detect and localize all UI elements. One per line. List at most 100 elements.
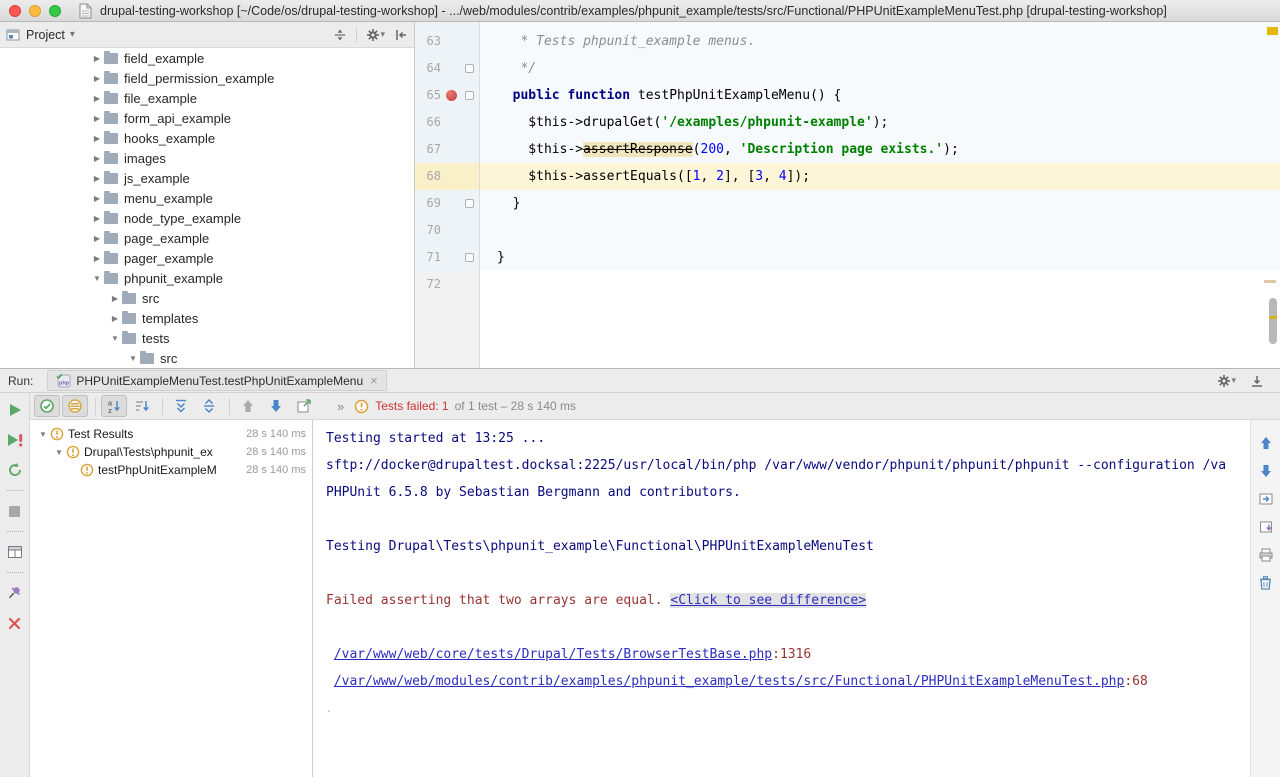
fold-icon[interactable] (465, 253, 474, 262)
code-line[interactable]: 67 $this->assertResponse(200, 'Descripti… (415, 136, 1280, 163)
expand-all-button[interactable] (168, 395, 194, 417)
zoom-window-button[interactable] (49, 5, 61, 17)
next-occurrence-button[interactable] (263, 395, 289, 417)
code-text[interactable]: public function testPhpUnitExampleMenu()… (480, 82, 1280, 109)
tree-collapsed-icon[interactable]: ▶ (90, 214, 104, 223)
toggle-auto-test-button[interactable] (4, 458, 26, 482)
collapse-all-button[interactable] (196, 395, 222, 417)
fold-icon[interactable] (465, 91, 474, 100)
tree-item[interactable]: ▶menu_example (0, 188, 414, 208)
code-text[interactable]: $this->assertResponse(200, 'Description … (480, 136, 1280, 163)
code-line[interactable]: 64 */ (415, 55, 1280, 82)
tree-item[interactable]: ▼src (0, 348, 414, 368)
code-text[interactable]: $this->assertEquals([1, 2], [3, 4]); (480, 163, 1280, 190)
tree-item[interactable]: ▼phpunit_example (0, 268, 414, 288)
settings-gear-button[interactable]: ▾ (366, 28, 385, 42)
tree-item[interactable]: ▶pager_example (0, 248, 414, 268)
code-text[interactable]: */ (480, 55, 1280, 82)
tree-item[interactable]: ▶images (0, 148, 414, 168)
code-line[interactable]: 69 } (415, 190, 1280, 217)
tree-collapsed-icon[interactable]: ▶ (108, 314, 122, 323)
minimize-window-button[interactable] (29, 5, 41, 17)
stop-button[interactable] (4, 499, 26, 523)
code-line[interactable]: 68 $this->assertEquals([1, 2], [3, 4]); (415, 163, 1280, 190)
tree-collapsed-icon[interactable]: ▶ (90, 234, 104, 243)
rerun-failed-tests-button[interactable] (4, 428, 26, 452)
code-line[interactable]: 66 $this->drupalGet('/examples/phpunit-e… (415, 109, 1280, 136)
hide-panel-button[interactable] (394, 28, 408, 42)
tree-collapsed-icon[interactable]: ▶ (90, 134, 104, 143)
tree-item[interactable]: ▶hooks_example (0, 128, 414, 148)
rerun-tests-button[interactable] (4, 398, 26, 422)
chevron-down-icon[interactable]: ▾ (70, 29, 75, 40)
run-tab[interactable]: php PHPUnitExampleMenuTest.testPhpUnitEx… (47, 370, 386, 391)
up-stack-trace-button[interactable] (1255, 430, 1277, 456)
close-panel-button[interactable] (4, 611, 26, 635)
sort-alphabetically-toggle[interactable]: az (101, 395, 127, 417)
tree-item[interactable]: ▼tests (0, 328, 414, 348)
tree-item[interactable]: ▶field_example (0, 48, 414, 68)
scroll-from-source-button[interactable] (333, 28, 347, 42)
clear-all-button[interactable] (1255, 570, 1277, 596)
previous-occurrence-button[interactable] (235, 395, 261, 417)
fold-icon[interactable] (465, 64, 474, 73)
tree-item[interactable]: ▶templates (0, 308, 414, 328)
tree-item[interactable]: ▶page_example (0, 228, 414, 248)
show-ignored-toggle[interactable] (62, 395, 88, 417)
code-line[interactable]: 72 (415, 271, 1280, 298)
test-suite-row[interactable]: ▼ Drupal\Tests\phpunit_ex 28 s 140 ms (30, 443, 312, 461)
code-line[interactable]: 70 (415, 217, 1280, 244)
more-chevrons-icon[interactable]: » (337, 399, 344, 414)
tree-item[interactable]: ▶node_type_example (0, 208, 414, 228)
test-results-row[interactable]: ▼ Test Results 28 s 140 ms (30, 425, 312, 443)
console-output[interactable]: Testing started at 13:25 ...sftp://docke… (313, 420, 1250, 777)
code-text[interactable]: $this->drupalGet('/examples/phpunit-exam… (480, 109, 1280, 136)
code-line[interactable]: 71} (415, 244, 1280, 271)
tree-item[interactable]: ▶file_example (0, 88, 414, 108)
fold-icon[interactable] (465, 199, 474, 208)
tree-expanded-icon[interactable]: ▼ (108, 334, 122, 343)
code-editor[interactable]: 63 * Tests phpunit_example menus.64 */65… (415, 22, 1280, 368)
show-passed-toggle[interactable] (34, 395, 60, 417)
down-stack-trace-button[interactable] (1255, 458, 1277, 484)
tree-collapsed-icon[interactable]: ▶ (108, 294, 122, 303)
tree-expanded-icon[interactable]: ▼ (52, 448, 66, 457)
code-text[interactable]: } (480, 244, 1280, 271)
console-link[interactable]: <Click to see difference> (670, 593, 866, 608)
tree-collapsed-icon[interactable]: ▶ (90, 254, 104, 263)
editor-scrollbar-thumb[interactable] (1269, 298, 1277, 344)
export-test-results-button[interactable] (291, 395, 317, 417)
import-test-results-button[interactable] (1255, 514, 1277, 540)
code-line[interactable]: 63 * Tests phpunit_example menus. (415, 28, 1280, 55)
tree-item[interactable]: ▶js_example (0, 168, 414, 188)
tree-item[interactable]: ▶field_permission_example (0, 68, 414, 88)
tree-collapsed-icon[interactable]: ▶ (90, 74, 104, 83)
run-settings-gear-button[interactable]: ▾ (1217, 374, 1236, 388)
tree-expanded-icon[interactable]: ▼ (90, 274, 104, 283)
tree-collapsed-icon[interactable]: ▶ (90, 194, 104, 203)
jump-to-source-button[interactable] (1255, 486, 1277, 512)
close-window-button[interactable] (9, 5, 21, 17)
test-failed-gutter-icon[interactable] (446, 90, 457, 101)
warning-stripe-marker[interactable] (1264, 280, 1276, 283)
code-text[interactable] (480, 217, 1280, 244)
sort-by-duration-toggle[interactable] (129, 395, 155, 417)
tree-item[interactable]: ▶form_api_example (0, 108, 414, 128)
error-stripe-marker[interactable] (1267, 27, 1278, 35)
test-case-row[interactable]: testPhpUnitExampleM 28 s 140 ms (30, 461, 312, 479)
print-button[interactable] (1255, 542, 1277, 568)
tree-collapsed-icon[interactable]: ▶ (90, 154, 104, 163)
tree-item[interactable]: ▶src (0, 288, 414, 308)
code-text[interactable] (480, 271, 1280, 298)
close-icon[interactable]: × (370, 376, 378, 386)
pin-tab-button[interactable] (4, 581, 26, 605)
console-link[interactable]: /var/www/web/modules/contrib/examples/ph… (334, 674, 1125, 689)
code-line[interactable]: 65 public function testPhpUnitExampleMen… (415, 82, 1280, 109)
hide-run-panel-button[interactable] (1250, 374, 1264, 388)
tree-expanded-icon[interactable]: ▼ (126, 354, 140, 363)
tree-expanded-icon[interactable]: ▼ (36, 430, 50, 439)
restore-layout-button[interactable] (4, 540, 26, 564)
tree-collapsed-icon[interactable]: ▶ (90, 54, 104, 63)
project-panel-title[interactable]: Project (26, 28, 65, 42)
code-text[interactable]: } (480, 190, 1280, 217)
